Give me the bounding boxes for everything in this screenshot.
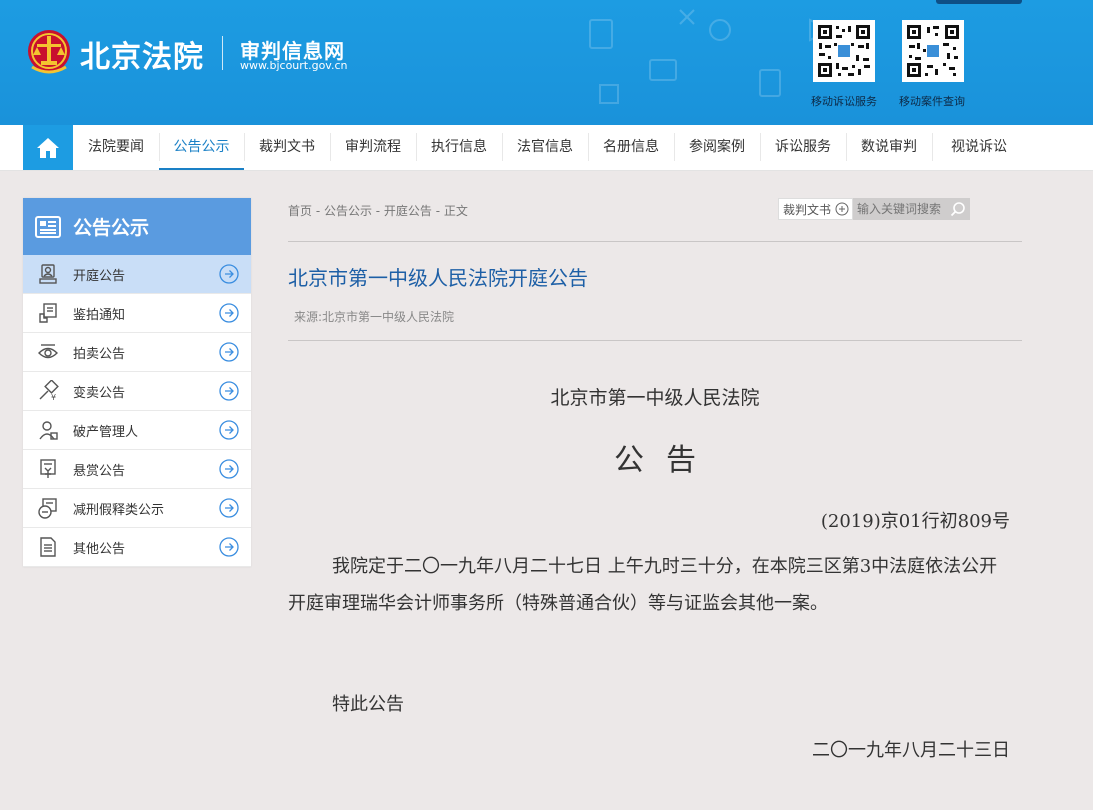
document-body: 我院定于二〇一九年八月二十七日 上午九时三十分，在本院三区第3中法庭依法公开开庭… [288, 556, 998, 614]
nav-item-judgments[interactable]: 裁判文书 [244, 125, 330, 170]
nav-item-news[interactable]: 法院要闻 [73, 125, 159, 170]
stamp-icon [39, 303, 57, 323]
sidebar-item-court-hearing[interactable]: 开庭公告 [23, 255, 251, 294]
sidebar-item-commutation-parole[interactable]: 减刑假释类公示 [23, 489, 251, 528]
sidebar-item-auction-notice[interactable]: 拍卖公告 [23, 333, 251, 372]
arrow-right-icon [219, 498, 239, 518]
notice-board-icon [35, 215, 61, 238]
sidebar: 公告公示 开庭公告 鉴拍通知 拍卖公告 ¥ 变卖公告 破产管理人 悬赏公告 减刑… [23, 198, 251, 567]
header-tab [936, 0, 1022, 4]
search-scope-label: 裁判文书 [783, 202, 832, 217]
nav-item-execution[interactable]: 执行信息 [416, 125, 502, 170]
court-icon [39, 264, 57, 284]
nav-item-trial-process[interactable]: 审判流程 [330, 125, 416, 170]
person-icon [39, 421, 58, 440]
arrow-right-icon [219, 537, 239, 557]
sidebar-item-label: 悬赏公告 [73, 463, 126, 479]
arrow-right-icon [219, 459, 239, 479]
sidebar-item-label: 变卖公告 [73, 385, 126, 401]
yen-icon [40, 459, 56, 478]
article-title: 北京市第一中级人民法院开庭公告 [288, 266, 588, 290]
site-url[interactable]: www.bjcourt.gov.cn [240, 59, 347, 72]
logo-divider [222, 36, 223, 70]
eye-icon [38, 344, 58, 359]
arrow-right-icon [219, 420, 239, 440]
arrow-right-icon [219, 381, 239, 401]
document-court-name: 北京市第一中级人民法院 [550, 387, 760, 409]
minus-circle-icon [38, 498, 57, 519]
document-icon [40, 537, 56, 557]
sidebar-item-label: 破产管理人 [73, 424, 139, 440]
document-closing: 特此公告 [332, 694, 404, 715]
divider [288, 340, 1022, 341]
sidebar-header: 公告公示 [23, 198, 251, 255]
arrow-right-icon [219, 342, 239, 362]
qr-code-icon[interactable] [813, 20, 875, 82]
home-button[interactable] [23, 125, 73, 170]
sidebar-item-sale-notice[interactable]: ¥ 变卖公告 [23, 372, 251, 411]
sidebar-title: 公告公示 [73, 217, 150, 239]
article-source: 来源:北京市第一中级人民法院 [294, 310, 455, 324]
sidebar-item-label: 开庭公告 [73, 268, 126, 284]
nav-item-video-litigation[interactable]: 视说诉讼 [932, 125, 1026, 170]
plus-circle-icon [835, 202, 849, 216]
nav-item-reference-cases[interactable]: 参阅案例 [674, 125, 760, 170]
document-notice-title: 公告 [614, 443, 718, 478]
sidebar-item-label: 拍卖公告 [73, 346, 126, 362]
search-scope-button[interactable]: 裁判文书 [778, 198, 853, 220]
breadcrumb[interactable]: 首页 - 公告公示 - 开庭公告 - 正文 [288, 202, 468, 219]
arrow-right-icon [219, 303, 239, 323]
sidebar-item-label: 其他公告 [73, 541, 126, 557]
sidebar-item-bankruptcy-administrator[interactable]: 破产管理人 [23, 411, 251, 450]
sidebar-item-label: 减刑假释类公示 [73, 502, 165, 518]
logo-text[interactable]: 北京法院 [80, 32, 204, 76]
sidebar-item-label: 鉴拍通知 [73, 307, 126, 323]
court-emblem-icon [28, 30, 70, 74]
home-icon [37, 137, 59, 158]
arrow-right-icon [219, 264, 239, 284]
nav-item-rosters[interactable]: 名册信息 [588, 125, 674, 170]
gavel-icon: ¥ [39, 380, 59, 402]
nav-item-data-trial[interactable]: 数说审判 [846, 125, 932, 170]
svg-text:¥: ¥ [51, 393, 56, 402]
sidebar-item-appraisal-notice[interactable]: 鉴拍通知 [23, 294, 251, 333]
sidebar-item-other-notices[interactable]: 其他公告 [23, 528, 251, 567]
site-header: 北京法院 审判信息网 www.bjcourt.gov.cn 移动诉讼服务 移动案… [0, 0, 1093, 125]
document-date: 二〇一九年八月二十三日 [812, 740, 1010, 761]
qr-label[interactable]: 移动诉讼服务 [811, 93, 877, 109]
search-icon[interactable] [950, 201, 966, 217]
nav-item-announcements[interactable]: 公告公示 [159, 125, 244, 170]
main-nav: 法院要闻 公告公示 裁判文书 审判流程 执行信息 法官信息 名册信息 参阅案例 … [0, 125, 1093, 171]
sidebar-item-reward-notice[interactable]: 悬赏公告 [23, 450, 251, 489]
nav-item-litigation-services[interactable]: 诉讼服务 [760, 125, 846, 170]
qr-label[interactable]: 移动案件查询 [899, 93, 965, 109]
document-case-number: (2019)京01行初809号 [820, 511, 1010, 532]
divider [288, 241, 1022, 242]
nav-item-judges[interactable]: 法官信息 [502, 125, 588, 170]
qr-code-icon[interactable] [902, 20, 964, 82]
